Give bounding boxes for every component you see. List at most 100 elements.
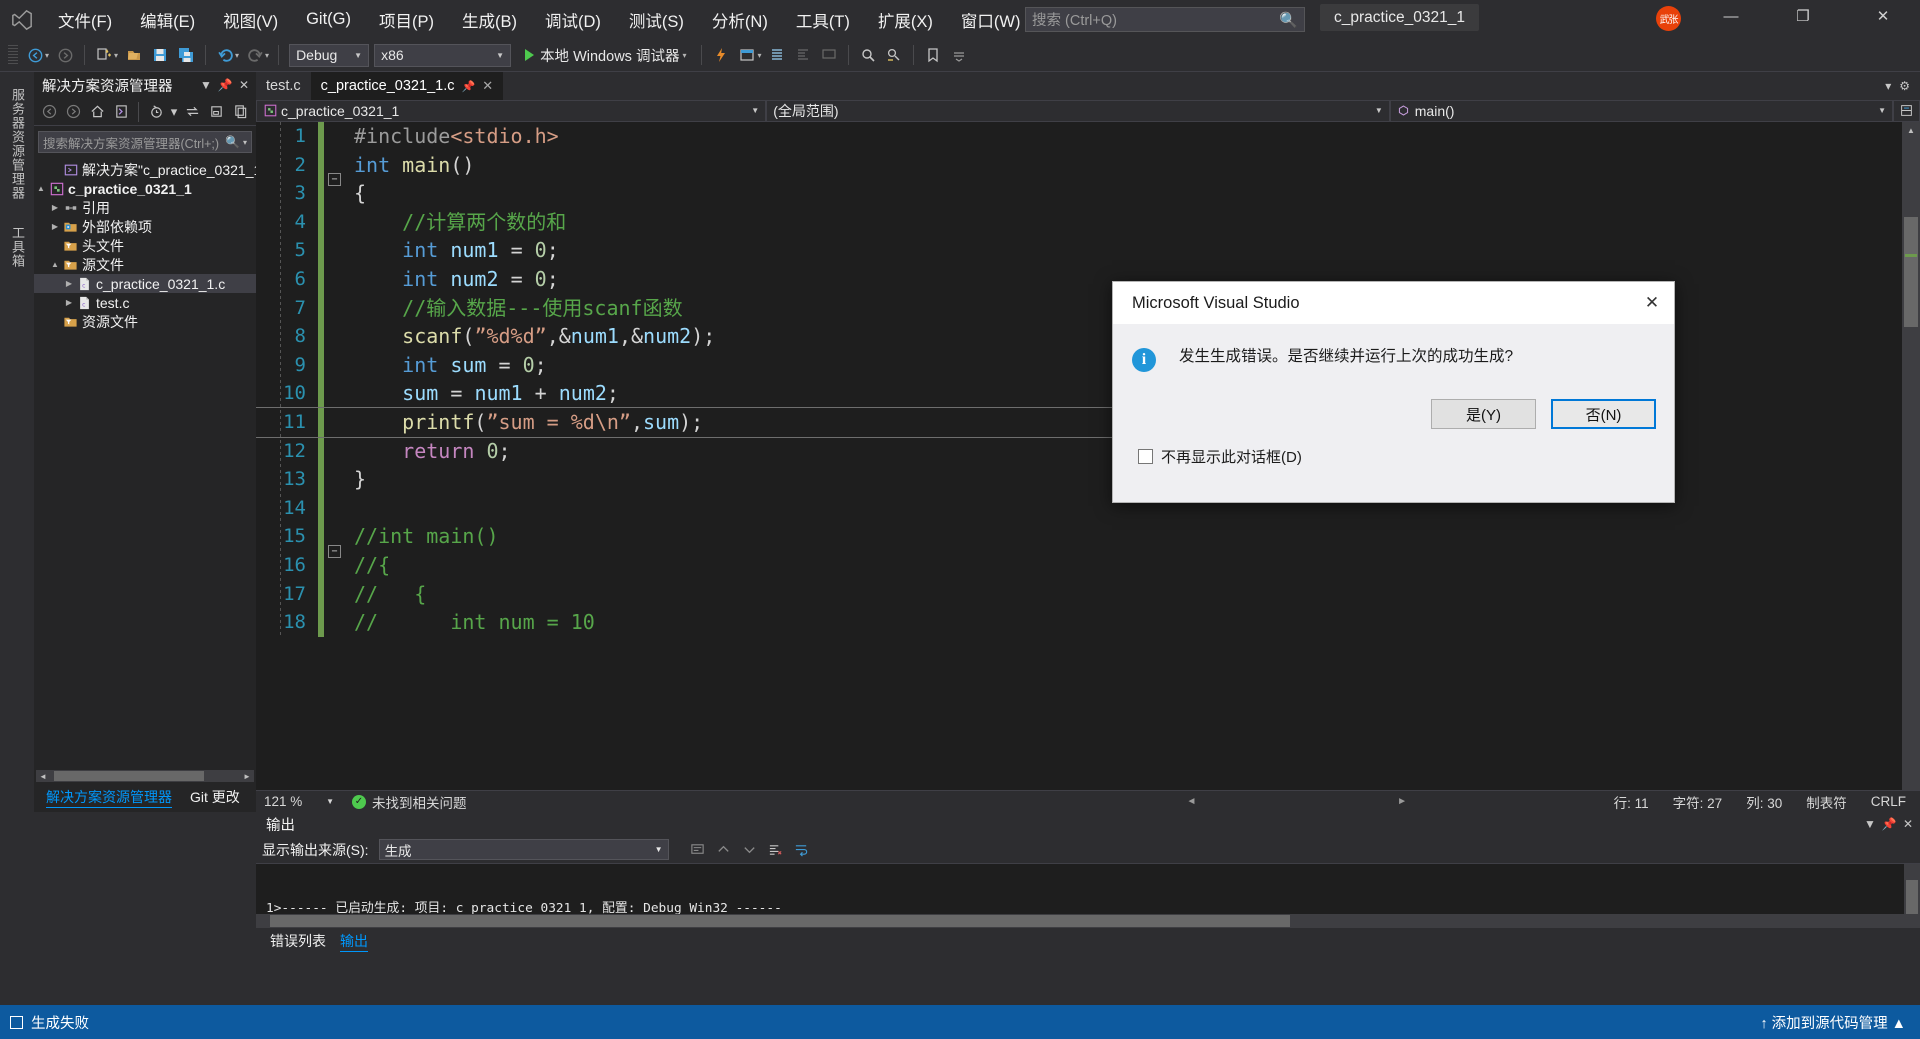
- navigate-back-icon[interactable]: [22, 42, 48, 68]
- solution-hscrollbar[interactable]: ◄ ►: [36, 770, 254, 782]
- close-button[interactable]: ✕: [1860, 0, 1906, 32]
- tab-solution-explorer[interactable]: 解决方案资源管理器: [46, 787, 172, 808]
- platform-combo[interactable]: x86 ▼: [374, 43, 512, 67]
- back-icon[interactable]: [38, 101, 60, 123]
- menu-item-git[interactable]: Git(G): [292, 0, 365, 39]
- split-view-icon[interactable]: [1893, 99, 1920, 122]
- fold-toggle[interactable]: −: [328, 544, 341, 558]
- new-project-icon[interactable]: [91, 42, 117, 68]
- dialog-close-button[interactable]: ✕: [1630, 282, 1674, 324]
- expander[interactable]: ▲: [48, 260, 62, 269]
- menu-item-file[interactable]: 文件(F): [44, 0, 126, 39]
- tree-node-source-files[interactable]: ▲ 源文件: [34, 255, 256, 274]
- save-icon[interactable]: [147, 42, 173, 68]
- chevron-down-icon[interactable]: ▼: [1862, 817, 1878, 831]
- menu-item-build[interactable]: 生成(B): [448, 0, 531, 39]
- menu-item-tools[interactable]: 工具(T): [782, 0, 864, 39]
- avatar[interactable]: 武张: [1656, 6, 1681, 31]
- expander[interactable]: ▶: [48, 203, 62, 212]
- tree-node-test-file[interactable]: ▶ c test.c: [34, 293, 256, 312]
- tree-node-solution[interactable]: 解决方案"c_practice_0321_1"(1: [34, 160, 256, 179]
- checkbox-icon[interactable]: [1138, 449, 1153, 464]
- scroll-thumb[interactable]: [1906, 880, 1918, 914]
- nav-project-combo[interactable]: c_practice_0321_1 ▼: [256, 99, 767, 122]
- pin-icon[interactable]: 📌: [217, 78, 233, 92]
- vtab-toolbox[interactable]: 工具箱: [8, 216, 27, 278]
- expander[interactable]: ▲: [34, 184, 48, 193]
- no-button[interactable]: 否(N): [1551, 399, 1656, 429]
- expander[interactable]: ▶: [48, 222, 62, 231]
- menu-item-project[interactable]: 项目(P): [365, 0, 448, 39]
- scroll-left-icon[interactable]: ◄: [1187, 796, 1197, 807]
- home-icon[interactable]: [86, 101, 108, 123]
- tree-node-resource-files[interactable]: 资源文件: [34, 312, 256, 331]
- scroll-right-icon[interactable]: ►: [240, 770, 254, 782]
- tree-node-external-deps[interactable]: ▶ 外部依赖项: [34, 217, 256, 236]
- output-vscrollbar[interactable]: [1904, 864, 1920, 914]
- indent-icon[interactable]: [764, 42, 790, 68]
- hot-reload-icon[interactable]: [708, 42, 734, 68]
- window-layout-icon[interactable]: [734, 42, 760, 68]
- chevron-down-icon[interactable]: ▼: [655, 845, 663, 854]
- sync-icon[interactable]: [181, 101, 203, 123]
- tree-node-project[interactable]: ▲ c_practice_0321_1: [34, 179, 256, 198]
- close-icon[interactable]: ✕: [482, 78, 493, 94]
- open-file-icon[interactable]: [121, 42, 147, 68]
- expander[interactable]: ▶: [62, 279, 76, 288]
- scroll-thumb[interactable]: [270, 915, 1290, 927]
- gear-icon[interactable]: ⚙: [1899, 79, 1910, 93]
- menu-item-edit[interactable]: 编辑(E): [126, 0, 209, 39]
- zoom-combo[interactable]: 121 % ▼: [260, 791, 338, 812]
- chevron-down-icon[interactable]: ▼: [326, 797, 334, 806]
- collapse-all-icon[interactable]: [205, 101, 227, 123]
- scroll-thumb[interactable]: [1904, 217, 1918, 327]
- tree-node-references[interactable]: ▶ 引用: [34, 198, 256, 217]
- nav-scope-combo[interactable]: (全局范围) ▼: [766, 99, 1390, 122]
- scroll-right-icon[interactable]: ►: [1397, 796, 1407, 807]
- replace-icon[interactable]: [881, 42, 907, 68]
- start-debugging-button[interactable]: 本地 Windows 调试器 ▾: [519, 42, 695, 68]
- chevron-down-icon[interactable]: ▾: [1885, 79, 1891, 93]
- build-config-combo[interactable]: Debug ▼: [289, 43, 370, 67]
- dont-show-again-checkbox[interactable]: 不再显示此对话框(D): [1138, 446, 1302, 467]
- chevron-down-icon[interactable]: ▼: [1878, 106, 1886, 115]
- menu-item-analyze[interactable]: 分析(N): [698, 0, 782, 39]
- toggle-word-wrap-icon[interactable]: [791, 839, 813, 861]
- pin-icon[interactable]: 📌: [1881, 817, 1897, 831]
- minimize-button[interactable]: —: [1708, 0, 1754, 32]
- scroll-left-icon[interactable]: ◄: [36, 770, 50, 782]
- toolbar-grip[interactable]: [8, 45, 18, 65]
- solution-view-icon[interactable]: [110, 101, 132, 123]
- properties-icon[interactable]: [229, 101, 251, 123]
- scroll-up-icon[interactable]: ▲: [1902, 122, 1920, 138]
- navigate-forward-icon[interactable]: [52, 42, 78, 68]
- fold-toggle[interactable]: −: [328, 172, 341, 186]
- more-icon[interactable]: [946, 42, 972, 68]
- tree-node-c-practice-file[interactable]: ▶ c c_practice_0321_1.c: [34, 274, 256, 293]
- save-all-icon[interactable]: [173, 42, 199, 68]
- chevron-down-icon[interactable]: ▼: [1375, 106, 1383, 115]
- solution-search-input[interactable]: 搜索解决方案资源管理器(Ctrl+;) 🔍 ▾: [38, 131, 252, 153]
- undo-icon[interactable]: [212, 42, 238, 68]
- go-to-next-icon[interactable]: [739, 839, 761, 861]
- tab-error-list[interactable]: 错误列表: [270, 931, 326, 951]
- editor-tab-c-practice[interactable]: c_practice_0321_1.c 📌 ✕: [310, 72, 504, 100]
- tab-git-changes[interactable]: Git 更改: [190, 787, 240, 807]
- pending-changes-icon[interactable]: [145, 101, 167, 123]
- clear-output-icon[interactable]: [765, 839, 787, 861]
- chevron-down-icon[interactable]: ▾: [243, 138, 247, 147]
- output-source-combo[interactable]: 生成 ▼: [378, 839, 669, 860]
- close-icon[interactable]: ✕: [1900, 817, 1916, 831]
- vtab-server-explorer[interactable]: 服务器资源管理器: [8, 78, 27, 210]
- close-icon[interactable]: ✕: [236, 78, 252, 92]
- chevron-down-icon[interactable]: ▾: [169, 101, 179, 123]
- editor-tab-test[interactable]: test.c: [256, 72, 311, 100]
- go-to-previous-icon[interactable]: [713, 839, 735, 861]
- expander[interactable]: ▶: [62, 298, 76, 307]
- source-control-status[interactable]: ↑ 添加到源代码管理 ▲: [1760, 1012, 1920, 1033]
- bookmark-icon[interactable]: [920, 42, 946, 68]
- nav-member-combo[interactable]: main() ▼: [1389, 99, 1893, 122]
- output-text[interactable]: 1>------ 已启动生成: 项目: c_practice_0321_1, 配…: [256, 864, 1920, 914]
- menu-item-window[interactable]: 窗口(W): [947, 0, 1035, 39]
- yes-button[interactable]: 是(Y): [1431, 399, 1536, 429]
